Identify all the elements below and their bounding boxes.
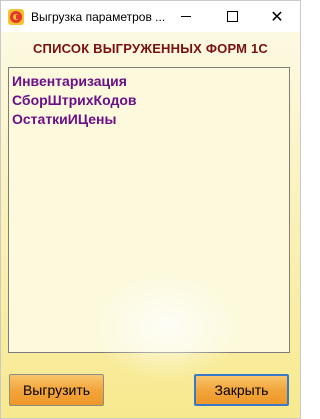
minimize-icon bbox=[181, 16, 191, 17]
close-button[interactable]: Закрыть bbox=[194, 374, 289, 406]
forms-listbox[interactable]: Инвентаризация СборШтрихКодов ОстаткиИЦе… bbox=[8, 67, 290, 353]
list-item[interactable]: ОстаткиИЦены bbox=[12, 111, 116, 127]
window-title: Выгрузка параметров ... bbox=[31, 10, 166, 24]
close-icon: ✕ bbox=[270, 8, 284, 26]
list-item[interactable]: Инвентаризация bbox=[12, 73, 127, 89]
close-window-button[interactable]: ✕ bbox=[254, 1, 300, 32]
list-item[interactable]: СборШтрихКодов bbox=[12, 92, 137, 108]
page-title: СПИСОК ВЫГРУЖЕННЫХ ФОРМ 1С bbox=[32, 41, 269, 56]
maximize-button[interactable] bbox=[209, 1, 255, 32]
title-bar: Выгрузка параметров ... ✕ bbox=[1, 1, 300, 32]
minimize-button[interactable] bbox=[163, 1, 209, 32]
export-button[interactable]: Выгрузить bbox=[9, 374, 104, 406]
app-1c-icon bbox=[8, 9, 24, 25]
maximize-icon bbox=[226, 11, 238, 22]
app-window: Выгрузка параметров ... ✕ СПИСОК ВЫГРУЖЕ… bbox=[0, 0, 301, 419]
